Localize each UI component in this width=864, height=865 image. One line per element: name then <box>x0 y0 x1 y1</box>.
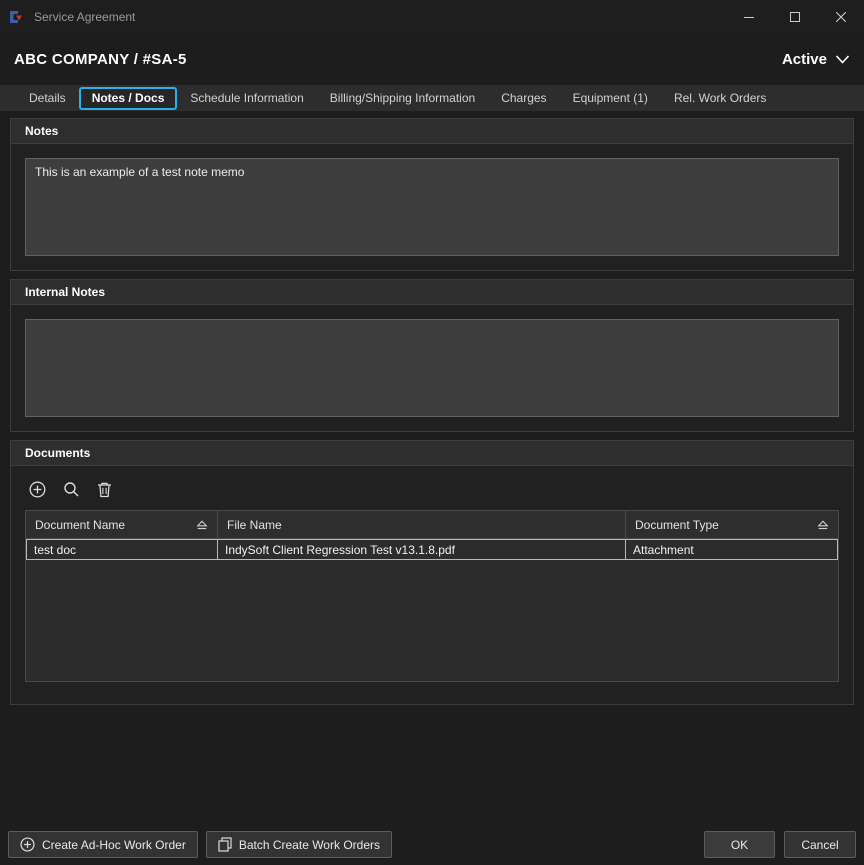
tab-charges[interactable]: Charges <box>488 85 559 111</box>
cancel-button[interactable]: Cancel <box>784 831 856 858</box>
app-icon <box>8 9 25 25</box>
tab-billing-shipping-information[interactable]: Billing/Shipping Information <box>317 85 488 111</box>
cell-file-name: IndySoft Client Regression Test v13.1.8.… <box>218 540 626 559</box>
sort-icon[interactable] <box>817 520 829 530</box>
minimize-button[interactable] <box>726 0 772 33</box>
notes-group-title: Notes <box>11 119 853 144</box>
sort-icon[interactable] <box>196 520 208 530</box>
column-header-document-name[interactable]: Document Name <box>26 511 218 538</box>
documents-table-header: Document Name File Name Document Type <box>26 511 838 539</box>
view-document-button[interactable] <box>61 479 82 500</box>
internal-notes-textarea[interactable] <box>25 319 839 417</box>
cell-document-name: test doc <box>27 540 218 559</box>
tab-notes-docs[interactable]: Notes / Docs <box>79 87 178 110</box>
footer-bar: Create Ad-Hoc Work Order Batch Create Wo… <box>0 831 864 858</box>
documents-group-body: Document Name File Name Document Type te… <box>11 466 853 704</box>
notes-textarea[interactable]: This is an example of a test note memo <box>25 158 839 256</box>
create-adhoc-work-order-button[interactable]: Create Ad-Hoc Work Order <box>8 831 198 858</box>
search-icon <box>63 481 80 498</box>
internal-notes-group: Internal Notes <box>10 279 854 432</box>
window-controls <box>726 0 864 33</box>
add-document-button[interactable] <box>27 479 48 500</box>
tab-bar: Details Notes / Docs Schedule Informatio… <box>0 85 864 111</box>
notes-group-body: This is an example of a test note memo <box>11 144 853 270</box>
trash-icon <box>97 481 112 498</box>
maximize-button[interactable] <box>772 0 818 33</box>
status-dropdown[interactable]: Active <box>782 51 850 68</box>
tab-rel-work-orders[interactable]: Rel. Work Orders <box>661 85 779 111</box>
documents-table: Document Name File Name Document Type te… <box>25 510 839 682</box>
documents-toolbar <box>27 479 839 500</box>
table-row[interactable]: test doc IndySoft Client Regression Test… <box>26 539 838 560</box>
column-header-file-name[interactable]: File Name <box>218 511 626 538</box>
batch-create-work-orders-button[interactable]: Batch Create Work Orders <box>206 831 392 858</box>
window-title: Service Agreement <box>34 10 135 24</box>
documents-group-title: Documents <box>11 441 853 466</box>
titlebar: Service Agreement <box>0 0 864 33</box>
stacked-documents-icon <box>218 837 232 852</box>
cell-document-type: Attachment <box>626 540 837 559</box>
plus-circle-icon <box>20 837 35 852</box>
tab-schedule-information[interactable]: Schedule Information <box>177 85 316 111</box>
tab-details[interactable]: Details <box>16 85 79 111</box>
delete-document-button[interactable] <box>95 479 114 500</box>
ok-button[interactable]: OK <box>704 831 775 858</box>
tab-equipment[interactable]: Equipment (1) <box>560 85 661 111</box>
internal-notes-group-title: Internal Notes <box>11 280 853 305</box>
column-header-document-type[interactable]: Document Type <box>626 511 838 538</box>
documents-group: Documents <box>10 440 854 705</box>
record-header: ABC COMPANY / #SA-5 Active <box>0 33 864 85</box>
notes-group: Notes This is an example of a test note … <box>10 118 854 271</box>
close-button[interactable] <box>818 0 864 33</box>
page-title: ABC COMPANY / #SA-5 <box>14 51 187 68</box>
close-icon <box>836 12 846 22</box>
minimize-icon <box>744 12 754 22</box>
internal-notes-group-body <box>11 305 853 431</box>
plus-circle-icon <box>29 481 46 498</box>
chevron-down-icon <box>835 55 850 64</box>
maximize-icon <box>790 12 800 22</box>
status-label: Active <box>782 51 827 68</box>
